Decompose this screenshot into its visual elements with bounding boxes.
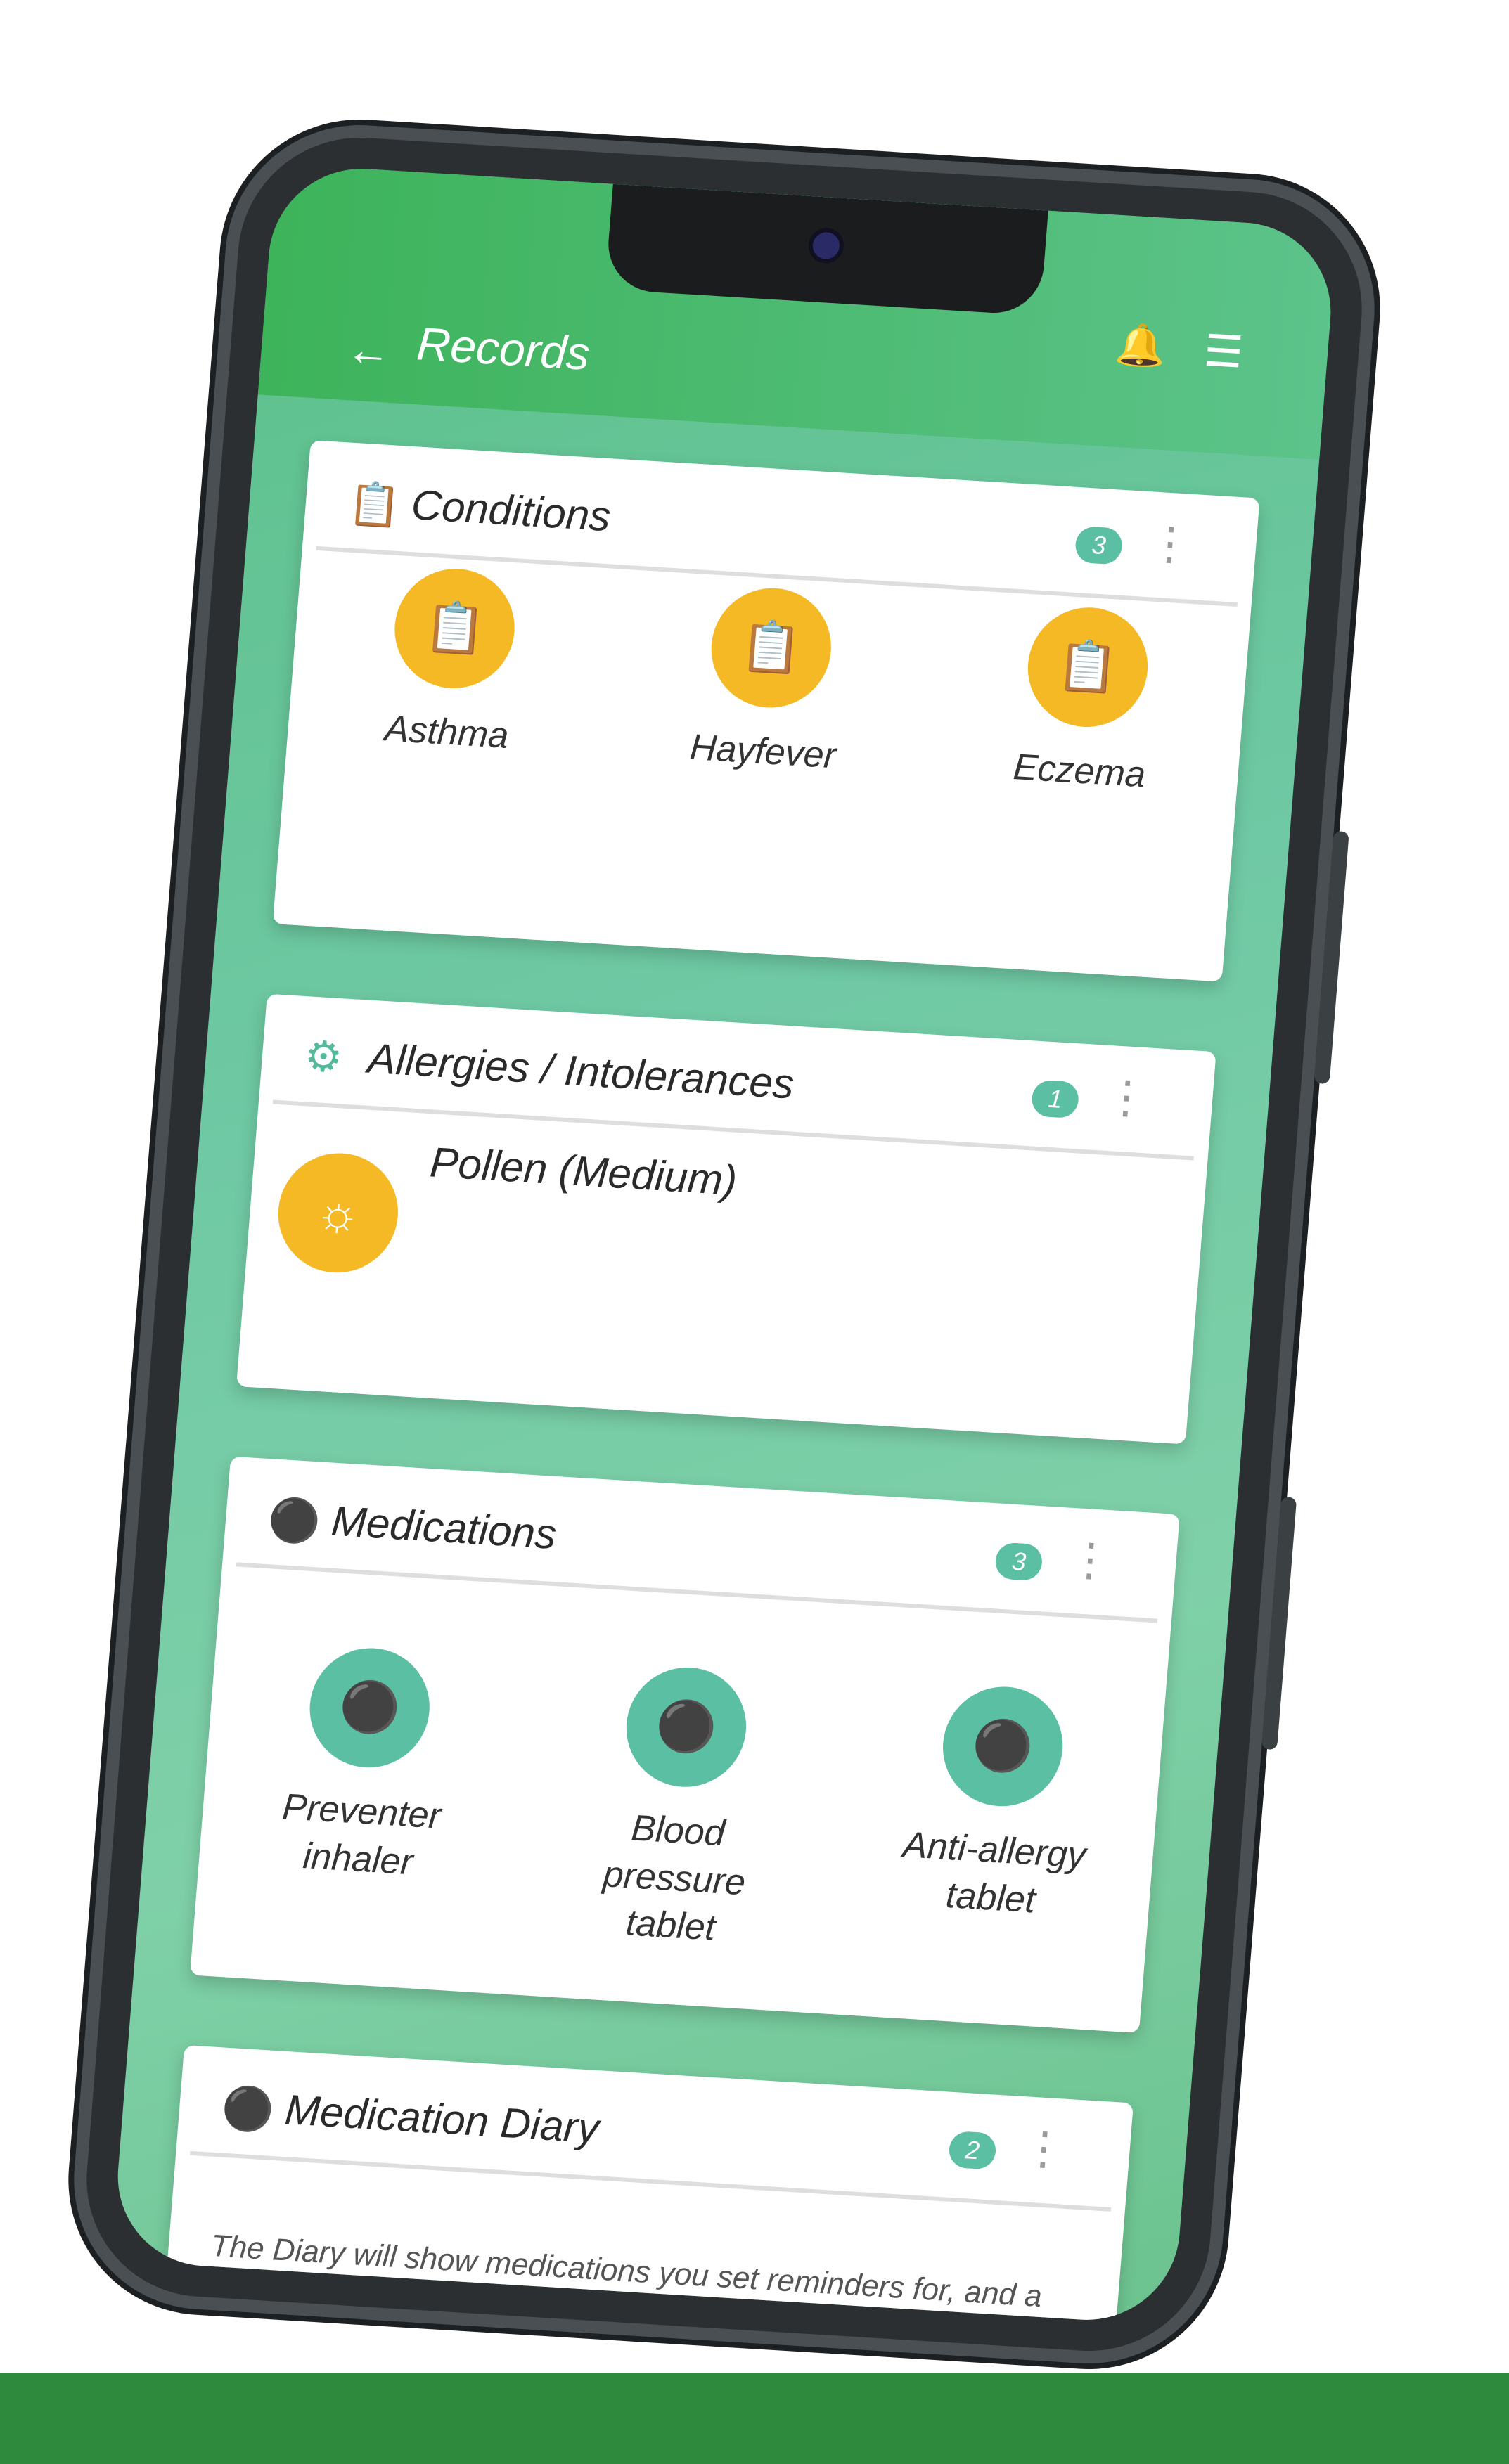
hamburger-menu-icon[interactable]: ☰: [1202, 325, 1245, 378]
allergy-item-pollen[interactable]: Pollen (Medium): [428, 1137, 738, 1204]
side-button-lower: [1261, 1496, 1297, 1750]
condition-item-hayfever[interactable]: 📋 Hayfever: [646, 581, 892, 783]
conditions-count-badge: 3: [1074, 525, 1124, 565]
medication-label: Blood pressure tablet: [601, 1807, 747, 1949]
diary-card-header: ⚫ Medication Diary 2 ⋮: [189, 2046, 1119, 2212]
medication-label: Anti-allergy tablet: [901, 1824, 1088, 1921]
conditions-title: Conditions: [409, 481, 612, 541]
pill-icon: ⚫: [938, 1683, 1067, 1810]
condition-label: Asthma: [383, 708, 511, 756]
sun-icon: ☼: [274, 1149, 403, 1277]
medications-more-icon[interactable]: ⋮: [1066, 1533, 1115, 1587]
clipboard-icon: 📋: [390, 565, 520, 692]
pill-icon: ⚫: [219, 2084, 276, 2134]
conditions-card[interactable]: 📋 Conditions 3 ⋮ 📋 Asthma 📋 Hayfever 📋 E…: [272, 440, 1260, 982]
phone-device: ← Records 🔔 ☰ 📋 Conditions 3 ⋮ 📋 Asthma: [77, 130, 1371, 2359]
app-screen: ← Records 🔔 ☰ 📋 Conditions 3 ⋮ 📋 Asthma: [110, 163, 1338, 2326]
allergies-title: Allergies / Intolerances: [366, 1034, 796, 1108]
medications-count-badge: 3: [994, 1542, 1044, 1582]
medications-card-header: ⚫ Medications 3 ⋮: [236, 1457, 1166, 1623]
page-title: Records: [415, 317, 592, 380]
allergies-more-icon[interactable]: ⋮: [1102, 1071, 1151, 1124]
conditions-more-icon[interactable]: ⋮: [1145, 517, 1195, 570]
medication-item-preventer-inhaler[interactable]: ⚫ Preventer inhaler: [236, 1641, 490, 1938]
diary-description: The Diary will show medications you set …: [205, 2228, 1044, 2326]
medications-list: ⚫ Preventer inhaler ⚫ Blood pressure tab…: [194, 1639, 1165, 1979]
medications-title: Medications: [329, 1497, 558, 1559]
diary-more-icon[interactable]: ⋮: [1020, 2122, 1069, 2175]
medication-item-blood-pressure-tablet[interactable]: ⚫ Blood pressure tablet: [553, 1660, 807, 1957]
allergies-card[interactable]: ⚙ Allergies / Intolerances 1 ⋮ ☼ Pollen …: [236, 993, 1216, 1445]
pill-icon: ⚫: [266, 1495, 323, 1546]
condition-item-asthma[interactable]: 📋 Asthma: [329, 562, 575, 763]
clipboard-icon: 📋: [346, 479, 403, 529]
medication-diary-card[interactable]: ⚫ Medication Diary 2 ⋮ The Diary will sh…: [162, 2045, 1134, 2326]
pill-icon: ⚫: [622, 1663, 751, 1791]
medications-card[interactable]: ⚫ Medications 3 ⋮ ⚫ Preventer inhaler ⚫ …: [190, 1456, 1180, 2033]
allergen-icon: ⚙: [302, 1032, 345, 1082]
condition-item-eczema[interactable]: 📋 Eczema: [962, 600, 1208, 802]
clipboard-icon: 📋: [707, 584, 836, 711]
medication-item-anti-allergy-tablet[interactable]: ⚫ Anti-allergy tablet: [869, 1680, 1123, 1977]
bell-icon[interactable]: 🔔: [1113, 321, 1167, 371]
green-floor-band: [0, 2373, 1509, 2464]
back-arrow-icon[interactable]: ←: [344, 323, 393, 378]
clipboard-icon: 📋: [1023, 604, 1152, 731]
condition-label: Hayfever: [688, 726, 838, 777]
diary-title: Medication Diary: [283, 2086, 601, 2153]
pill-icon: ⚫: [305, 1644, 435, 1772]
front-camera: [811, 231, 841, 260]
medication-label: Preventer inhaler: [281, 1786, 443, 1883]
allergies-card-header: ⚙ Allergies / Intolerances 1 ⋮: [272, 994, 1202, 1161]
allergies-count-badge: 1: [1030, 1079, 1080, 1119]
diary-count-badge: 2: [947, 2130, 997, 2170]
side-button-upper: [1314, 830, 1349, 1085]
condition-label: Eczema: [1011, 747, 1148, 796]
